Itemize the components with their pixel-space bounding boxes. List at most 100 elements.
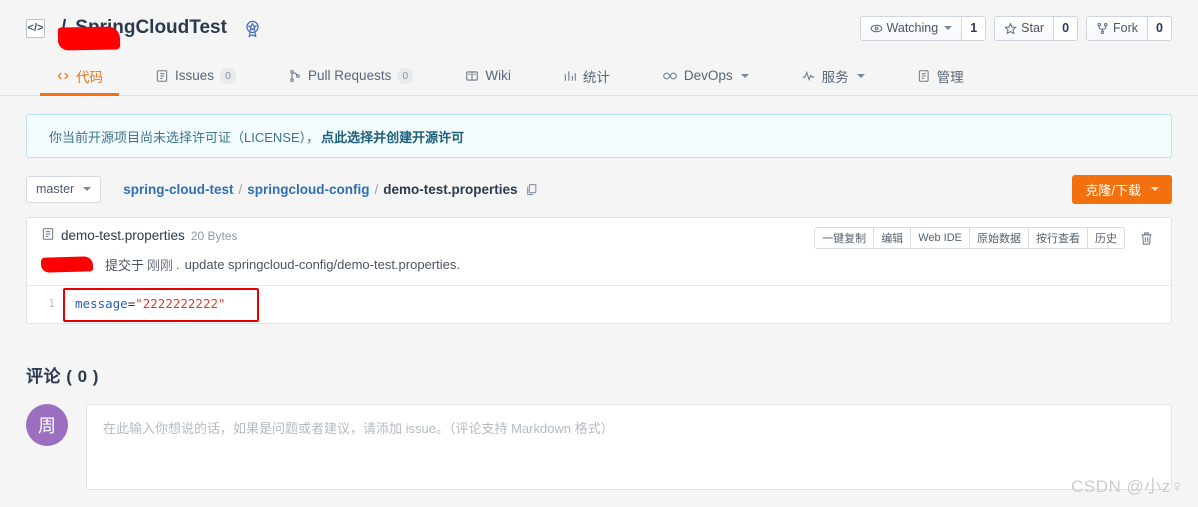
tab-label: Wiki — [485, 68, 511, 83]
pull-requests-count: 0 — [397, 67, 414, 84]
commit-dot: . — [176, 257, 180, 272]
branch-selector[interactable]: master — [26, 175, 102, 203]
settings-icon — [917, 69, 931, 83]
eye-icon — [870, 24, 882, 32]
breadcrumb-directory[interactable]: springcloud-config — [247, 182, 369, 197]
tab-label: 代码 — [76, 69, 103, 85]
blame-view-button[interactable]: 按行查看 — [1029, 228, 1088, 248]
avatar[interactable]: 周 — [26, 404, 68, 446]
tab-label: Issues — [175, 68, 215, 83]
code-content[interactable]: message="2222222222" — [63, 296, 226, 311]
watching-count[interactable]: 1 — [961, 16, 986, 40]
repo-header: </> / SpringCloudTest Watching 1 — [0, 0, 1198, 56]
book-icon — [465, 69, 479, 83]
chevron-down-icon — [944, 26, 953, 30]
clone-label: 克隆/下载 — [1085, 182, 1141, 198]
web-ide-button[interactable]: Web IDE — [911, 228, 970, 248]
tab-pull-requests[interactable]: Pull Requests 0 — [262, 56, 439, 95]
watching-segment[interactable]: Watching — [860, 16, 962, 40]
star-count[interactable]: 0 — [1053, 16, 1078, 40]
tab-manage[interactable]: 管理 — [891, 56, 990, 95]
commit-message[interactable]: update springcloud-config/demo-test.prop… — [185, 257, 460, 272]
repo-title: </> / SpringCloudTest — [26, 17, 262, 51]
star-badge-icon — [243, 19, 262, 38]
comment-placeholder: 在此输入你想说的话，如果是问题或者建议，请添加 issue。（评论支持 Mark… — [103, 421, 614, 436]
star-button[interactable]: Star 0 — [994, 15, 1079, 41]
watching-label: Watching — [886, 21, 939, 35]
star-label: Star — [1021, 21, 1045, 35]
raw-data-button[interactable]: 原始数据 — [970, 228, 1029, 248]
breadcrumb-separator: / — [238, 181, 243, 197]
issues-count: 0 — [220, 67, 237, 84]
breadcrumb-separator: / — [374, 181, 379, 197]
tab-statistics[interactable]: 统计 — [537, 56, 636, 95]
file-size: 20 Bytes — [190, 228, 238, 243]
file-text-icon — [41, 227, 55, 244]
commit-author-redacted[interactable] — [41, 258, 105, 272]
license-notice-text: 你当前开源项目尚未选择许可证（LICENSE）， — [49, 129, 320, 145]
issue-icon — [155, 69, 169, 83]
copy-icon[interactable] — [525, 183, 538, 196]
tab-devops[interactable]: DevOps — [636, 56, 775, 95]
breadcrumb-repo[interactable]: spring-cloud-test — [123, 182, 233, 197]
path-bar: master spring-cloud-test / springcloud-c… — [26, 174, 1172, 204]
breadcrumb: spring-cloud-test / springcloud-config /… — [123, 182, 537, 197]
breadcrumb-file: demo-test.properties — [383, 181, 518, 197]
file-card: demo-test.properties 20 Bytes 一键复制 编辑 We… — [26, 217, 1172, 324]
tab-issues[interactable]: Issues 0 — [129, 56, 262, 95]
redaction-mark — [57, 26, 121, 51]
comment-input[interactable]: 在此输入你想说的话，如果是问题或者建议，请添加 issue。（评论支持 Mark… — [86, 404, 1172, 490]
tab-wiki[interactable]: Wiki — [439, 56, 537, 95]
copy-all-button[interactable]: 一键复制 — [815, 228, 875, 248]
chart-icon — [563, 69, 577, 83]
chevron-down-icon — [856, 73, 865, 78]
nav-tabs: 代码 Issues 0 Pull Requests 0 Wiki 统计 DevO… — [0, 56, 1198, 96]
tab-label: DevOps — [683, 68, 733, 83]
commit-verb: 提交于 — [105, 258, 145, 273]
tab-label: 统计 — [582, 69, 610, 85]
tab-label: 管理 — [936, 69, 964, 85]
comment-composer: 周 在此输入你想说的话，如果是问题或者建议，请添加 issue。（评论支持 Ma… — [26, 404, 1172, 490]
chevron-down-icon — [83, 187, 92, 191]
tab-services[interactable]: 服务 — [775, 56, 891, 95]
file-actions: 一键复制 编辑 Web IDE 原始数据 按行查看 历史 — [814, 227, 1157, 249]
commit-info: 提交于 刚刚 . update springcloud-config/demo-… — [27, 249, 1171, 285]
tab-code[interactable]: 代码 — [30, 56, 129, 96]
code-line: 1 message="2222222222" — [27, 296, 1171, 311]
header-actions: Watching 1 Star 0 Fork 0 — [859, 15, 1172, 41]
fork-button[interactable]: Fork 0 — [1086, 15, 1172, 41]
trash-icon[interactable] — [1135, 227, 1157, 249]
tab-label: Pull Requests — [308, 68, 392, 83]
star-icon — [1004, 21, 1017, 34]
code-icon — [56, 69, 70, 83]
comments-heading: 评论 ( 0 ) — [26, 367, 99, 386]
edit-button[interactable]: 编辑 — [874, 228, 912, 248]
branch-name: master — [36, 182, 75, 196]
history-button[interactable]: 历史 — [1088, 228, 1124, 248]
code-viewer: 1 message="2222222222" — [27, 285, 1171, 323]
chevron-down-icon — [740, 73, 749, 78]
commit-time: 刚刚 — [147, 258, 174, 273]
tab-label: 服务 — [821, 69, 849, 85]
chevron-down-icon — [1151, 187, 1159, 191]
file-action-group: 一键复制 编辑 Web IDE 原始数据 按行查看 历史 — [814, 227, 1125, 249]
file-title: demo-test.properties 20 Bytes — [41, 227, 238, 244]
watching-button[interactable]: Watching 1 — [859, 15, 987, 41]
clone-download-button[interactable]: 克隆/下载 — [1072, 174, 1172, 204]
file-header: demo-test.properties 20 Bytes 一键复制 编辑 We… — [27, 218, 1171, 249]
pull-request-icon — [288, 69, 302, 83]
license-create-link[interactable]: 点此选择并创建开源许可 — [321, 127, 464, 146]
license-notice: 你当前开源项目尚未选择许可证（LICENSE）， 点此选择并创建开源许可 — [26, 114, 1172, 158]
pulse-icon — [801, 69, 816, 83]
code-token-key: message — [75, 296, 128, 311]
infinity-icon — [662, 69, 678, 83]
code-token-value: "2222222222" — [135, 296, 226, 311]
code-brackets-icon: </> — [26, 18, 45, 38]
main-content: 你当前开源项目尚未选择许可证（LICENSE）， 点此选择并创建开源许可 mas… — [0, 114, 1198, 490]
star-segment[interactable]: Star — [995, 16, 1054, 40]
fork-label: Fork — [1113, 21, 1139, 35]
fork-count[interactable]: 0 — [1147, 16, 1171, 40]
fork-segment[interactable]: Fork — [1087, 16, 1148, 40]
file-name: demo-test.properties — [61, 228, 185, 243]
line-number: 1 — [48, 297, 55, 310]
